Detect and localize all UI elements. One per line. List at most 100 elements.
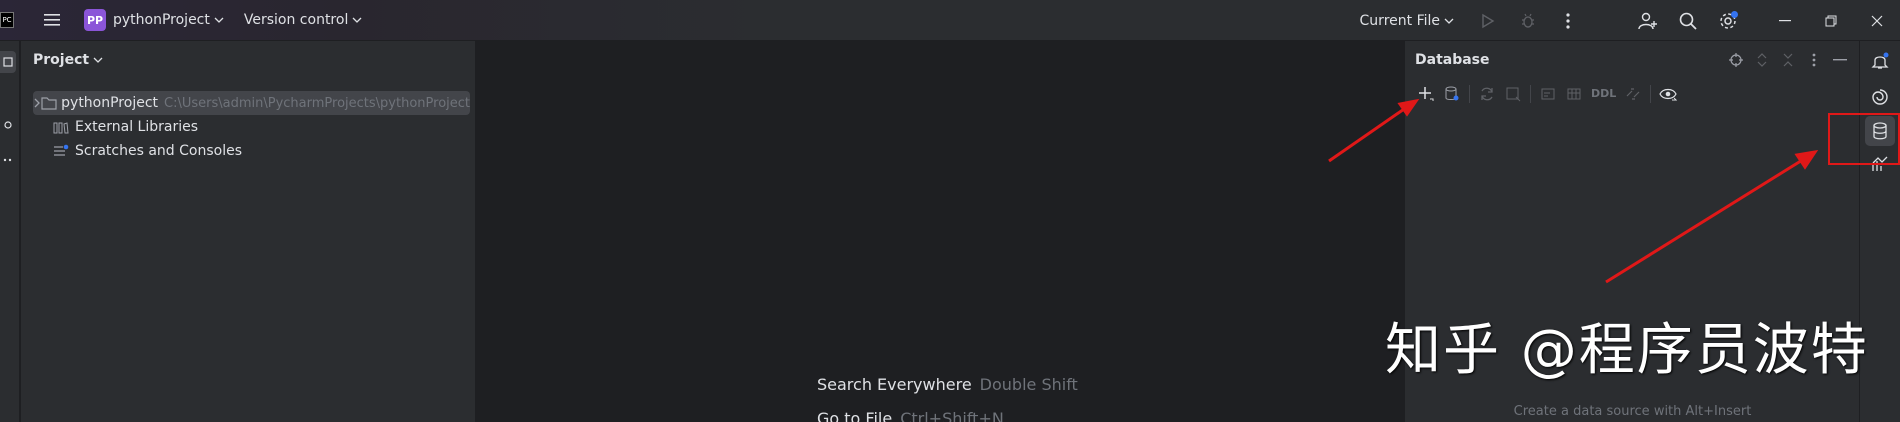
more-actions-button[interactable]: [1548, 0, 1588, 41]
bell-icon: [1871, 52, 1889, 69]
watermark: 知乎 @程序员波特: [1385, 318, 1869, 383]
hamburger-icon: [44, 14, 60, 26]
project-tool-button[interactable]: [0, 51, 16, 73]
collapse-all-button[interactable]: [1777, 49, 1799, 71]
tree-item-label: pythonProject: [61, 95, 159, 111]
data-source-properties-button[interactable]: [1439, 81, 1465, 107]
database-settings-icon: [1445, 86, 1459, 100]
settings-button[interactable]: [1708, 0, 1748, 41]
title-bar: PC PP pythonProject Version control Curr…: [0, 0, 1900, 41]
notifications-button[interactable]: [1865, 46, 1895, 76]
options-button[interactable]: [1803, 49, 1825, 71]
editor-area[interactable]: Search Everywhere Double Shift Go to File…: [477, 41, 1403, 422]
tree-item-scratches[interactable]: Scratches and Consoles: [21, 139, 475, 163]
left-tool-stripe: [0, 41, 20, 422]
project-name: pythonProject: [113, 12, 210, 28]
restore-icon: [1825, 15, 1837, 26]
console-icon: [1506, 87, 1521, 101]
table-icon: [1567, 88, 1581, 99]
tree-item-path: C:\Users\admin\PycharmProjects\pythonPro…: [164, 95, 470, 111]
debug-button[interactable]: [1508, 0, 1548, 41]
hint-search-everywhere: Search Everywhere Double Shift: [817, 375, 1078, 394]
diff-icon: [1626, 87, 1640, 100]
project-badge: PP: [84, 9, 106, 31]
folder-icon: [41, 96, 57, 110]
jump-to-query-console-button[interactable]: [1535, 81, 1561, 107]
hint-go-to-file: Go to File Ctrl+Shift+N: [817, 409, 1004, 422]
run-button[interactable]: [1468, 0, 1508, 41]
database-panel-title: Database: [1415, 52, 1490, 68]
expand-icon: [1757, 53, 1767, 67]
more-tools-button[interactable]: [0, 149, 16, 171]
minimize-icon: [1779, 19, 1791, 21]
code-with-me-button[interactable]: [1628, 0, 1668, 41]
database-panel-header: Database: [1405, 41, 1859, 79]
main-menu-button[interactable]: [34, 5, 70, 35]
search-button[interactable]: [1668, 0, 1708, 41]
more-horizontal-icon: [3, 158, 12, 162]
close-button[interactable]: [1854, 0, 1900, 41]
new-data-source-button[interactable]: [1413, 81, 1439, 107]
spiral-icon: [1872, 89, 1888, 105]
run-icon: [1482, 13, 1495, 28]
project-selector[interactable]: pythonProject: [106, 12, 224, 28]
run-config-label: Current File: [1359, 12, 1440, 29]
tree-item-external-libraries[interactable]: External Libraries: [21, 115, 475, 139]
more-vertical-icon: [1812, 53, 1816, 67]
hint-shortcut: Double Shift: [979, 375, 1078, 394]
ai-assistant-button[interactable]: [1865, 82, 1895, 112]
update-badge-icon: [1731, 11, 1738, 18]
version-control-label: Version control: [243, 12, 349, 28]
chevron-down-icon: [214, 17, 224, 23]
version-control-menu[interactable]: Version control: [224, 12, 362, 28]
hint-label: Go to File: [817, 409, 893, 422]
toolbar-separator: [1469, 84, 1470, 103]
tree-item-label: External Libraries: [75, 119, 198, 135]
scratches-icon: [51, 144, 71, 158]
refresh-button[interactable]: [1474, 81, 1500, 107]
query-console-icon: [1541, 88, 1555, 99]
schema-diff-button[interactable]: [1620, 81, 1646, 107]
collapse-icon: [1783, 53, 1793, 67]
database-empty-text[interactable]: Create a data source with Alt+Insert: [1405, 404, 1860, 419]
run-config-selector[interactable]: Current File: [1360, 13, 1454, 29]
tree-item-pythonproject[interactable]: pythonProject C:\Users\admin\PycharmProj…: [33, 91, 470, 115]
hint-shortcut: Ctrl+Shift+N: [900, 409, 1004, 422]
restore-button[interactable]: [1808, 0, 1854, 41]
project-panel-header[interactable]: Project: [21, 41, 475, 79]
locate-button[interactable]: [1725, 49, 1747, 71]
chevron-right-icon[interactable]: [33, 98, 41, 108]
project-tool-window: Project pythonProject C:\Users\admin\Pyc…: [21, 41, 476, 422]
hide-panel-button[interactable]: [1829, 49, 1851, 71]
more-vertical-icon: [1566, 12, 1570, 29]
library-icon: [51, 120, 71, 134]
eye-icon: [1659, 88, 1678, 100]
highlight-box: [1828, 113, 1900, 165]
commit-icon: [4, 121, 12, 129]
close-icon: [1871, 15, 1883, 26]
tree-item-label: Scratches and Consoles: [75, 143, 242, 159]
plus-icon: [1419, 86, 1434, 101]
crosshair-icon: [1729, 53, 1743, 67]
ddl-button[interactable]: DDL: [1587, 87, 1620, 100]
minimize-button[interactable]: [1762, 0, 1808, 41]
view-options-button[interactable]: [1655, 81, 1681, 107]
pycharm-logo-icon: PC: [0, 12, 14, 28]
commit-tool-button[interactable]: [0, 114, 16, 136]
add-user-icon: [1638, 12, 1657, 29]
toolbar-separator: [1650, 84, 1652, 103]
chevron-down-icon: [93, 57, 103, 63]
chevron-down-icon: [352, 17, 362, 23]
project-panel-title: Project: [33, 52, 90, 68]
database-toolbar: DDL: [1405, 79, 1859, 109]
stop-button[interactable]: [1500, 81, 1526, 107]
bug-icon: [1522, 13, 1534, 28]
chevron-down-icon: [1444, 18, 1454, 24]
hint-label: Search Everywhere: [817, 375, 972, 394]
table-editor-button[interactable]: [1561, 81, 1587, 107]
folder-icon: [3, 57, 13, 67]
expand-all-button[interactable]: [1751, 49, 1773, 71]
refresh-icon: [1481, 87, 1493, 100]
minimize-icon: [1833, 59, 1847, 61]
search-icon: [1679, 12, 1697, 30]
